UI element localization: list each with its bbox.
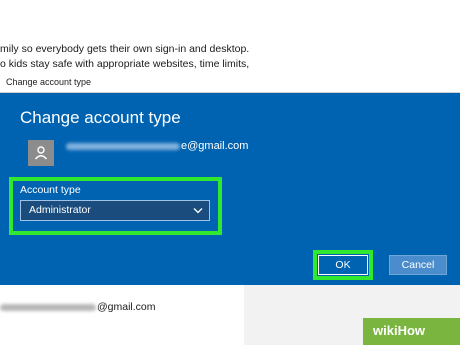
change-account-type-dialog: Change account type Change account type … — [0, 73, 460, 285]
window-title: Change account type — [6, 77, 92, 87]
dialog-heading: Change account type — [20, 108, 181, 127]
account-type-label: Account type — [20, 184, 81, 196]
redacted-email — [0, 303, 96, 311]
avatar — [28, 140, 54, 166]
background-text-line2: o kids stay safe with appropriate websit… — [0, 58, 250, 70]
wikihow-badge: wikiHow — [363, 318, 460, 345]
dialog-body: Change account type e@gmail.com Account … — [0, 93, 460, 285]
redacted-email — [66, 142, 180, 150]
account-type-dropdown[interactable]: Administrator — [20, 200, 210, 221]
ok-button[interactable]: OK — [318, 255, 368, 275]
account-email: @gmail.com — [0, 301, 156, 313]
bottom-strip — [0, 290, 244, 345]
email-suffix: @gmail.com — [97, 301, 156, 313]
user-icon — [34, 146, 48, 160]
user-email: e@gmail.com — [66, 140, 248, 152]
wikihow-text: wikiHow — [373, 323, 426, 338]
cancel-button[interactable]: Cancel — [389, 255, 447, 275]
dialog-titlebar: Change account type — [0, 73, 460, 93]
chevron-down-icon — [193, 208, 203, 214]
background-text-line1: mily so everybody gets their own sign-in… — [0, 43, 250, 55]
email-suffix: e@gmail.com — [181, 140, 249, 152]
account-type-value: Administrator — [29, 204, 91, 216]
